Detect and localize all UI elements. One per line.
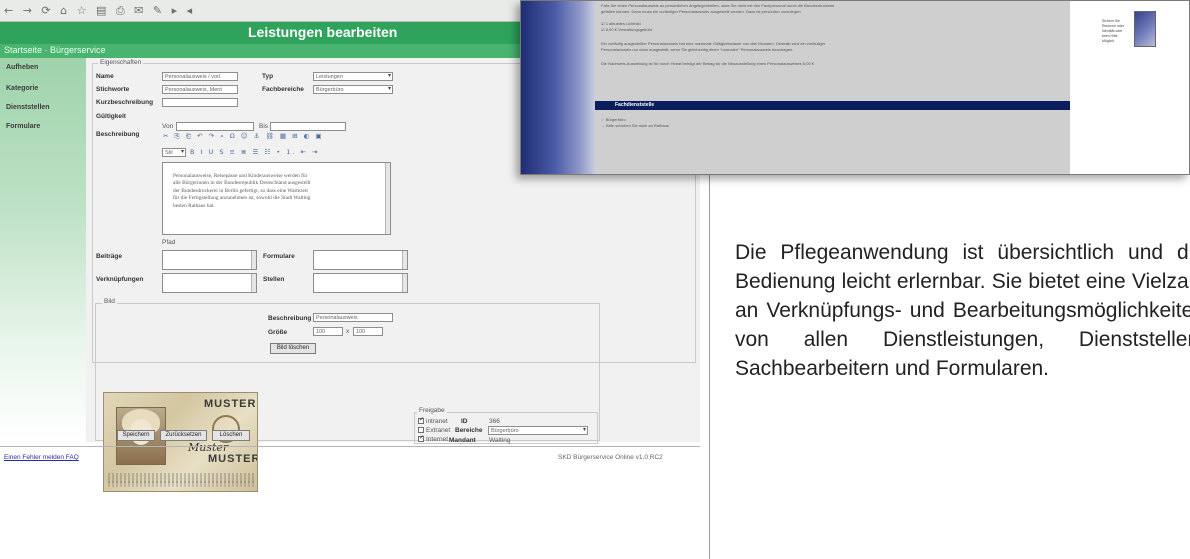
sidebar-item-formulare[interactable]: Formulare: [6, 123, 40, 130]
von-label: Von: [162, 123, 174, 130]
freigabe-id-value: 366: [489, 418, 500, 425]
rte-toolbar-row1[interactable]: ✂ ⎘ ⎗ ↶ ↷ ⌕ Ω ☺ ⚓ ⛓ ▦ ⊞ ◐ ▣: [163, 132, 323, 141]
overlay-content: Falls Sie einen Personalausweis an persö…: [595, 1, 1070, 174]
kurzbeschreibung-label: Kurzbeschreibung: [96, 99, 154, 106]
formulare-list[interactable]: [313, 250, 408, 270]
kurzbeschreibung-input[interactable]: [162, 98, 238, 107]
typ-label: Typ: [262, 73, 274, 80]
feature-description: Die Pflegeanwendung ist übersichtlich un…: [735, 238, 1190, 383]
fachbereiche-label: Fachbereiche: [262, 86, 304, 93]
editor-sidebar: Aufheben Kategorie Dienststellen Formula…: [0, 58, 86, 440]
verknuepfungen-scrollbar[interactable]: [251, 274, 256, 292]
breadcrumb[interactable]: Startseite · Bürgerservice: [4, 45, 106, 55]
beitraege-list[interactable]: [162, 250, 257, 270]
bis-label: Bis: [259, 123, 269, 130]
freigabe-id-label: ID: [461, 418, 468, 425]
groesse-x-glyph: x: [346, 328, 350, 335]
freigabe-legend: Freigabe: [417, 407, 447, 414]
overlay-line: Die Nachweis-Ausstellung ist für durch H…: [601, 61, 815, 66]
id-card-muster-top: MUSTER: [204, 398, 257, 410]
bis-input[interactable]: [270, 122, 346, 131]
footer-version: SKD Bürgerservice Online v1.0 RC2: [558, 454, 663, 461]
id-card-muster-bottom: MUSTER: [208, 453, 258, 465]
verknuepfungen-list[interactable]: [162, 273, 257, 293]
freigabe-mandant-value: Walting: [489, 437, 511, 444]
service-detail-screenshot: Falls Sie einen Personalausweis an persö…: [520, 0, 1190, 175]
stichworte-label: Stichworte: [96, 86, 130, 93]
overlay-line: gefallen können. Dann muss ein vorläufig…: [601, 9, 802, 14]
stellen-scrollbar[interactable]: [402, 274, 407, 292]
rte-line: Personalausweise, Reisepässe und Kindera…: [173, 173, 308, 179]
rte-line: besten Rathaus hat.: [173, 202, 215, 209]
overlay-left-gradient: [521, 1, 595, 174]
beitraege-label: Beiträge: [96, 253, 123, 260]
bild-legend: Bild: [102, 298, 117, 305]
overlay-section-title: Fachdienststelle: [615, 102, 655, 108]
bild-height-input[interactable]: 100: [353, 327, 383, 336]
freigabe-extranet-checkbox[interactable]: [418, 427, 424, 433]
description-text: Die Pflegeanwendung ist übersichtlich un…: [735, 241, 1190, 380]
formulare-label: Formulare: [263, 253, 295, 260]
zuruecksetzen-button[interactable]: Zurücksetzen: [160, 430, 207, 441]
overlay-line: ☑ 8,00 € Verwaltungsgebühr: [601, 27, 653, 32]
stichworte-input[interactable]: Personalausweis, Ident: [162, 85, 238, 94]
toolbar-icons: ← → ⟳ ⌂ ☆ ▤ ⎙ ✉ ✎ ▸ ◂: [4, 4, 196, 17]
freigabe-internet-checkbox[interactable]: [418, 434, 424, 442]
bild-width-input[interactable]: 100: [313, 327, 343, 336]
sidebar-item-dienststellen[interactable]: Dienststellen: [6, 104, 50, 111]
overlay-right-panel: Sichern Sie Rechnen oder Identität oder …: [1070, 1, 1189, 174]
stellen-list[interactable]: [313, 273, 408, 293]
beitraege-scrollbar[interactable]: [251, 251, 256, 269]
properties-legend: Eigenschaften: [98, 59, 144, 66]
formulare-scrollbar[interactable]: [402, 251, 407, 269]
thumbnail-text: Sichern Sie Rechnen oder Identität oder …: [1102, 19, 1124, 43]
groesse-label: Größe: [268, 329, 288, 336]
freigabe-mandant-label: Mandant: [449, 437, 476, 444]
sidebar-item-kategorie[interactable]: Kategorie: [6, 85, 38, 92]
sidebar-item-aufheben[interactable]: Aufheben: [6, 64, 38, 71]
rte-toolbar-row2[interactable]: B I U S ≡ ≣ ☰ ☷ • 1. ⇤ ⇥: [190, 148, 319, 156]
beschreibung-label: Beschreibung: [96, 131, 140, 138]
stellen-label: Stellen: [263, 276, 285, 283]
freigabe-bereich-label: Bereiche: [455, 427, 483, 434]
overlay-line: Personalausweis nur dann ausgestellt, we…: [601, 47, 794, 52]
loeschen-button[interactable]: Löschen: [212, 430, 250, 441]
freigabe-extranet-label: Extranet: [426, 427, 451, 434]
rte-line: alle Bürgerinnen in der Bundesrepublik D…: [173, 180, 311, 187]
id-card-image: MUSTER Muster MUSTER: [103, 392, 258, 492]
rte-format-select[interactable]: Stil: [162, 148, 186, 157]
bild-beschreibung-input[interactable]: Personalausweis: [313, 313, 393, 322]
overlay-link[interactable]: → Bitte schicken Sie mich an Rathaus: [601, 123, 669, 129]
thumbnail-image: [1134, 11, 1156, 47]
typ-select[interactable]: Leistungen: [313, 72, 393, 81]
footer-links[interactable]: Einen Fehler melden FAQ: [4, 454, 79, 461]
rich-text-editor[interactable]: Personalausweise, Reisepässe und Kindera…: [162, 162, 391, 235]
footer-divider: [0, 446, 700, 447]
freigabe-intranet-label: intranet: [426, 418, 448, 425]
editor-title: Leistungen bearbeiten: [248, 24, 398, 40]
freigabe-bereich-select[interactable]: Bürgerbüro: [488, 426, 588, 435]
freigabe-internet-label: Internet: [426, 436, 449, 443]
verknuepfungen-label: Verknüpfungen: [96, 276, 144, 283]
bild-loeschen-button[interactable]: Bild löschen: [270, 343, 316, 354]
name-input[interactable]: Personalausweis / vorl.: [162, 72, 238, 81]
name-label: Name: [96, 73, 114, 80]
rte-scrollbar[interactable]: [385, 163, 390, 234]
rte-path-label: Pfad: [162, 239, 176, 246]
gueltigkeit-label: Gültigkeit: [96, 113, 126, 120]
fachbereiche-select[interactable]: Bürgerbüro: [313, 85, 393, 94]
speichern-button[interactable]: Speichern: [117, 430, 155, 441]
von-input[interactable]: [176, 122, 254, 131]
bild-beschreibung-label: Beschreibung: [268, 315, 312, 322]
rte-line: für die Fertigstellung anzunehmen ist, s…: [173, 195, 311, 202]
overlay-thumbnail[interactable]: Sichern Sie Rechnen oder Identität oder …: [1100, 1, 1160, 71]
id-card-mrz-2: [108, 481, 254, 487]
freigabe-intranet-checkbox[interactable]: [418, 416, 424, 424]
